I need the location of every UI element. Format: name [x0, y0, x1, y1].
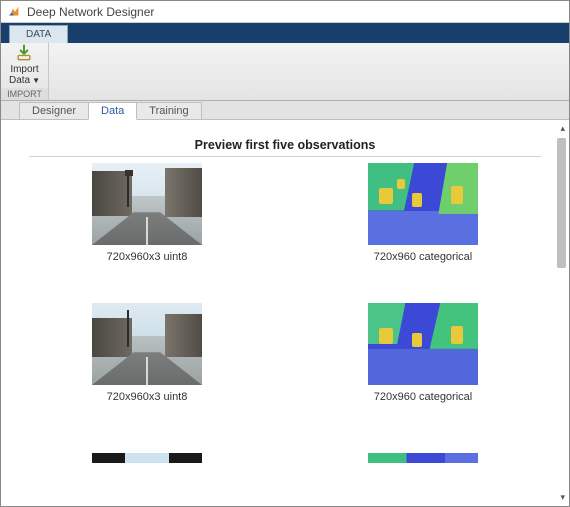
observation-cell — [315, 443, 531, 463]
thumbnail-caption: 720x960x3 uint8 — [107, 251, 188, 263]
thumbnail-caption: 720x960 categorical — [374, 391, 472, 403]
preview-heading: Preview first five observations — [29, 138, 541, 157]
ribbon-body: Import Data▼ IMPORT — [1, 43, 569, 101]
label-image-thumbnail — [368, 453, 478, 463]
label-image-thumbnail — [368, 303, 478, 385]
observation-cell: 720x960x3 uint8 — [39, 303, 255, 403]
input-image-thumbnail — [92, 453, 202, 463]
scrollbar-thumb[interactable] — [557, 138, 566, 268]
tab-designer[interactable]: Designer — [19, 102, 89, 119]
scroll-up-arrow-icon[interactable]: ▴ — [560, 123, 565, 134]
observation-cell: 720x960x3 uint8 — [39, 163, 255, 263]
thumbnail-caption: 720x960 categorical — [374, 251, 472, 263]
tab-data[interactable]: Data — [88, 102, 137, 120]
import-button-label: Import Data▼ — [9, 64, 40, 86]
scroll-down-arrow-icon[interactable]: ▾ — [560, 492, 565, 503]
matlab-icon — [7, 5, 21, 19]
window-title: Deep Network Designer — [27, 5, 154, 19]
observation-cell: 720x960 categorical — [315, 163, 531, 263]
sub-tab-row: Designer Data Training — [1, 101, 569, 120]
ribbon-group-label: IMPORT — [1, 88, 48, 100]
thumbnail-caption: 720x960x3 uint8 — [107, 391, 188, 403]
ribbon-group-import: Import Data▼ IMPORT — [1, 43, 49, 100]
observation-cell: 720x960 categorical — [315, 303, 531, 403]
import-icon — [14, 43, 34, 63]
ribbon-tab-row: DATA — [1, 23, 569, 43]
dropdown-arrow-icon: ▼ — [32, 76, 40, 85]
observation-cell — [39, 443, 255, 463]
import-data-button[interactable]: Import Data▼ — [9, 40, 40, 86]
content-area: Preview first five observations 720x960x… — [1, 120, 569, 506]
tab-training[interactable]: Training — [136, 102, 201, 119]
label-image-thumbnail — [368, 163, 478, 245]
input-image-thumbnail — [92, 163, 202, 245]
titlebar: Deep Network Designer — [1, 1, 569, 23]
input-image-thumbnail — [92, 303, 202, 385]
preview-grid: 720x960x3 uint8 720x960 categorical 720x… — [29, 163, 541, 463]
